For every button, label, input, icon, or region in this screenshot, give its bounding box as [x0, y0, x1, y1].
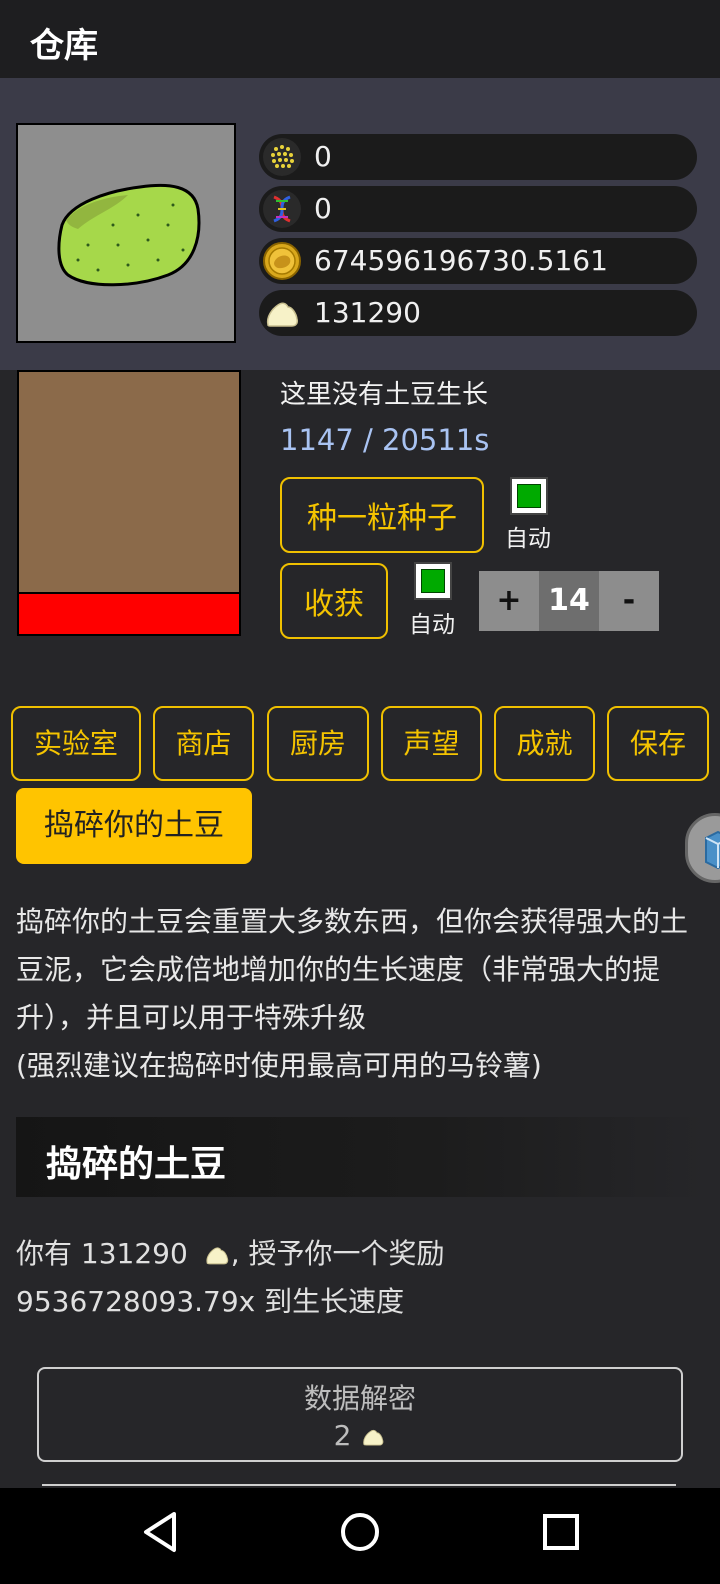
quantity-stepper: + 14 -	[479, 571, 659, 631]
auto-harvest-checkbox[interactable]	[414, 562, 452, 600]
upgrade-title: 数据解密	[303, 1382, 416, 1415]
current-potato-image[interactable]	[16, 123, 236, 343]
cube-icon	[705, 830, 720, 870]
dna-count: 0	[314, 192, 332, 225]
back-icon[interactable]	[140, 1510, 180, 1554]
nav-kitchen-button[interactable]: 厨房	[267, 706, 369, 781]
mash-description: 捣碎你的土豆会重置大多数东西，但你会获得强大的土豆泥，它会成倍地增加你的生长速度…	[16, 898, 706, 1090]
mash-description-note: (强烈建议在捣碎时使用最高可用的马铃薯)	[16, 1049, 542, 1082]
recents-icon[interactable]	[541, 1512, 581, 1552]
resource-mashed: 131290	[259, 290, 697, 336]
upgrade-data-decrypt[interactable]: 数据解密 2	[37, 1367, 683, 1462]
mash-bonus-text: 你有 131290 , 授予你一个奖励 9536728093.79x 到生长速度	[16, 1230, 445, 1326]
resource-seeds: 0	[259, 134, 697, 180]
quantity-value: 14	[539, 571, 599, 631]
section-title: 捣碎的土豆	[46, 1144, 227, 1185]
auto-plant-label: 自动	[505, 526, 551, 552]
app-bar: 仓库	[0, 0, 720, 78]
mashed-section-header: 捣碎的土豆	[16, 1117, 706, 1197]
bonus-suffix: , 授予你一个奖励	[230, 1237, 445, 1270]
page-title: 仓库	[30, 26, 98, 66]
potato-icon	[57, 183, 201, 287]
auto-plant-checkbox[interactable]	[510, 477, 548, 515]
nav-lab-button[interactable]: 实验室	[11, 706, 141, 781]
auto-harvest-label: 自动	[409, 612, 455, 638]
upgrade-cost: 2	[333, 1419, 352, 1452]
seeds-count: 0	[314, 140, 332, 173]
mash-description-main: 捣碎你的土豆会重置大多数东西，但你会获得强大的土豆泥，它会成倍地增加你的生长速度…	[16, 905, 689, 1034]
dna-icon	[263, 190, 301, 228]
nav-achievements-button[interactable]: 成就	[494, 706, 595, 781]
nav-save-button[interactable]: 保存	[607, 706, 709, 781]
floating-assistant-button[interactable]	[685, 813, 720, 883]
potato-plot[interactable]	[17, 370, 241, 636]
growth-timer: 1147 / 20511s	[280, 423, 490, 457]
nav-shop-button[interactable]: 商店	[153, 706, 254, 781]
gold-coin-icon	[263, 242, 301, 280]
system-nav-bar	[0, 1488, 720, 1584]
nav-prestige-button[interactable]: 声望	[381, 706, 482, 781]
next-upgrade-edge	[42, 1484, 676, 1486]
growth-progress-bar	[19, 592, 239, 634]
mashed-potato-icon	[206, 1247, 228, 1265]
bonus-multiplier: 9536728093.79x 到生长速度	[16, 1285, 405, 1318]
resource-dna: 0	[259, 186, 697, 232]
mash-potatoes-button[interactable]: 捣碎你的土豆	[16, 788, 252, 864]
home-icon[interactable]	[338, 1510, 382, 1554]
mashed-potato-icon	[266, 302, 298, 327]
decrement-button[interactable]: -	[599, 571, 659, 631]
bonus-amount: 你有 131290	[16, 1237, 188, 1270]
gold-count: 674596196730.5161	[314, 244, 608, 277]
harvest-button[interactable]: 收获	[280, 563, 388, 639]
plot-status-text: 这里没有土豆生长	[280, 380, 489, 410]
mashed-count: 131290	[314, 296, 421, 329]
resource-gold: 674596196730.5161	[259, 238, 697, 284]
plant-seed-button[interactable]: 种一粒种子	[280, 477, 484, 553]
increment-button[interactable]: +	[479, 571, 539, 631]
mashed-potato-icon	[363, 1429, 384, 1446]
seeds-icon	[263, 138, 301, 176]
